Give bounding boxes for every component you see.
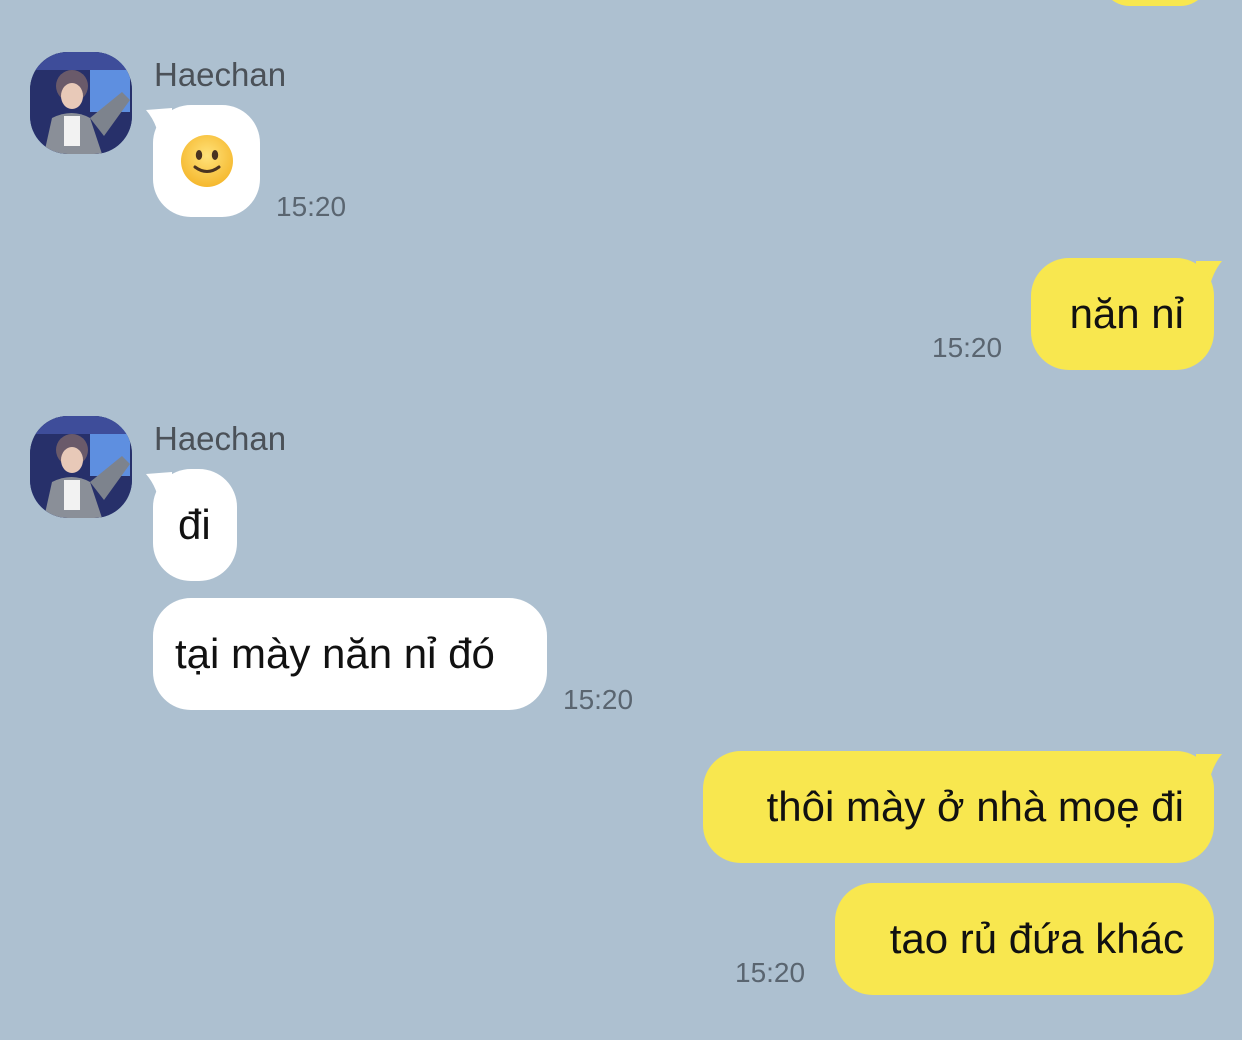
partial-outgoing-bubble[interactable] <box>1100 0 1210 6</box>
avatar-photo-icon <box>30 52 132 154</box>
message-text: tao rủ đứa khác <box>889 915 1184 962</box>
message-bubble-outgoing[interactable]: năn nỉ <box>1031 258 1214 370</box>
message-bubble-incoming[interactable] <box>153 105 260 217</box>
message-text: tại mày năn nỉ đó <box>175 630 495 677</box>
sender-name: Haechan <box>154 420 287 457</box>
avatar[interactable] <box>30 416 132 518</box>
message-text: đi <box>178 501 211 548</box>
avatar-photo-icon <box>30 416 132 518</box>
avatar[interactable] <box>30 52 132 154</box>
message-timestamp: 15:20 <box>932 332 1003 363</box>
message-bubble-outgoing[interactable]: thôi mày ở nhà moẹ đi <box>703 751 1214 863</box>
message-text: thôi mày ở nhà moẹ đi <box>766 783 1184 830</box>
message-timestamp: 15:20 <box>563 684 634 715</box>
message-bubble-incoming[interactable]: đi <box>153 469 237 581</box>
message-timestamp: 15:20 <box>735 957 806 988</box>
message-bubble-outgoing[interactable]: tao rủ đứa khác <box>835 883 1214 995</box>
message-timestamp: 15:20 <box>276 191 347 222</box>
message-text: năn nỉ <box>1069 290 1184 337</box>
slightly-smiling-face-emoji-icon <box>180 135 233 187</box>
sender-name: Haechan <box>154 56 287 93</box>
message-bubble-incoming[interactable]: tại mày năn nỉ đó <box>153 598 547 710</box>
